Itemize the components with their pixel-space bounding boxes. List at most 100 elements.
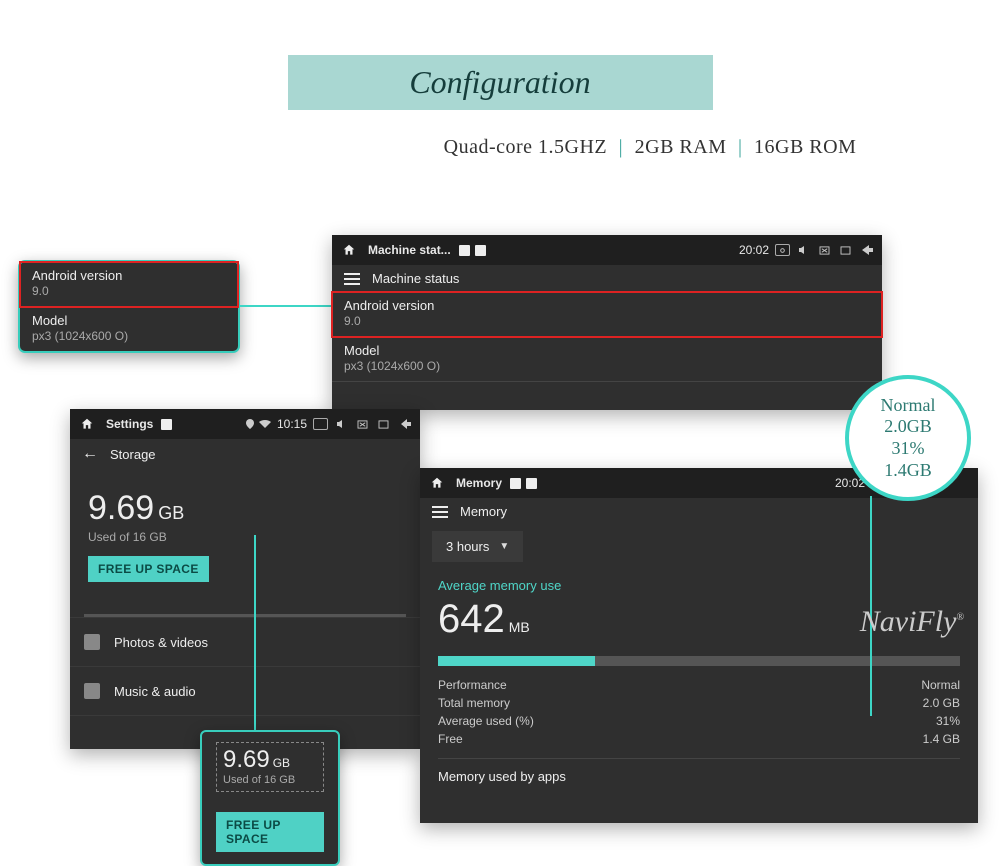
volume-icon[interactable] (796, 244, 811, 256)
stat-value: 1.4 GB (923, 732, 960, 746)
android-version-row[interactable]: Android version 9.0 (332, 292, 882, 337)
home-icon[interactable] (428, 476, 446, 490)
recents-icon[interactable] (376, 418, 391, 430)
location-icon (243, 418, 258, 430)
row-value: px3 (1024x600 O) (32, 329, 226, 343)
stat-label: Performance (438, 678, 507, 692)
volume-icon[interactable] (334, 418, 349, 430)
spec-rom: 16GB ROM (754, 136, 856, 158)
avg-value: 642 (438, 597, 505, 641)
hamburger-icon[interactable] (432, 506, 448, 518)
stat-value: 31% (936, 714, 960, 728)
divider: | (738, 136, 743, 158)
android-version-row: Android version 9.0 (20, 262, 238, 307)
storage-total: Used of 16 GB (88, 530, 402, 544)
back-arrow-icon[interactable]: ← (82, 445, 98, 463)
home-icon[interactable] (78, 417, 96, 431)
close-app-icon[interactable] (817, 244, 832, 256)
spec-cpu: Quad-core 1.5GHZ (444, 136, 608, 158)
sub-title: Storage (110, 447, 156, 462)
row-label: Android version (32, 268, 226, 283)
sub-bar: ← Storage (70, 439, 420, 469)
clock: 20:02 (739, 243, 769, 257)
divider: | (619, 136, 624, 158)
avg-label: Average memory use (438, 578, 960, 593)
free-up-space-button[interactable]: FREE UP SPACE (88, 556, 209, 582)
specs-line: Quad-core 1.5GHZ | 2GB RAM | 16GB ROM (0, 136, 1000, 159)
card-icons (459, 245, 486, 256)
memory-bar (438, 656, 960, 666)
title-bar: Configuration (288, 55, 713, 110)
sub-bar: Machine status (332, 265, 882, 292)
stat-value: Normal (921, 678, 960, 692)
row-value: 9.0 (32, 284, 226, 298)
music-section[interactable]: Music & audio (70, 666, 420, 716)
time-range-dropdown[interactable]: 3 hours ▼ (432, 531, 523, 562)
storage-panel: Settings 10:15 ← Storage 9.69GB Used of … (70, 409, 420, 749)
back-icon[interactable] (397, 418, 412, 430)
system-top-bar: Settings 10:15 (70, 409, 420, 439)
storage-unit: GB (273, 756, 290, 770)
photos-icon (84, 634, 100, 650)
connector-line (254, 535, 256, 730)
section-label: Photos & videos (114, 635, 208, 650)
back-icon[interactable] (859, 244, 874, 256)
machine-status-panel: Machine stat... 20:02 Machine status And… (332, 235, 882, 410)
hamburger-icon[interactable] (344, 273, 360, 285)
connector-line (240, 305, 332, 307)
row-label: Memory used by apps (438, 769, 566, 784)
circle-line: Normal (881, 395, 936, 417)
screenshot-icon[interactable] (313, 418, 328, 430)
model-row: Model px3 (1024x600 O) (20, 307, 238, 351)
page-title: Configuration (409, 64, 590, 101)
chevron-down-icon: ▼ (499, 541, 509, 552)
storage-unit: GB (158, 503, 184, 523)
storage-used-value: 9.69 (88, 489, 154, 527)
wifi-icon (258, 418, 273, 430)
recents-icon[interactable] (838, 244, 853, 256)
sub-title: Machine status (372, 271, 459, 286)
back-icon[interactable] (955, 477, 970, 489)
screenshot-icon[interactable] (775, 244, 790, 256)
row-value: px3 (1024x600 O) (344, 359, 870, 373)
stat-label: Free (438, 732, 463, 746)
memory-apps-row[interactable]: Memory used by apps (420, 759, 978, 784)
close-app-icon[interactable] (355, 418, 370, 430)
watermark: NaviFly® (860, 605, 964, 639)
memory-summary-circle: Normal 2.0GB 31% 1.4GB (845, 375, 971, 501)
storage-used-value: 9.69 (223, 746, 270, 773)
top-title: Memory (456, 476, 502, 490)
free-up-space-button[interactable]: FREE UP SPACE (216, 812, 324, 852)
stat-label: Average used (%) (438, 714, 534, 728)
circle-line: 2.0GB (884, 416, 932, 438)
memory-panel: Memory 20:02 Memory 3 hours ▼ Average me… (420, 468, 978, 823)
sub-bar: Memory (420, 498, 978, 525)
model-row[interactable]: Model px3 (1024x600 O) (332, 337, 882, 382)
top-title: Settings (106, 417, 153, 431)
storage-summary: 9.69GB Used of 16 GB FREE UP SPACE (70, 469, 420, 592)
memory-stats: Performance Normal Total memory 2.0 GB Ave… (420, 666, 978, 748)
row-value: 9.0 (344, 314, 870, 328)
photos-section[interactable]: Photos & videos (70, 617, 420, 666)
stat-label: Total memory (438, 696, 510, 710)
clock: 10:15 (277, 417, 307, 431)
version-callout: Android version 9.0 Model px3 (1024x600 … (18, 260, 240, 353)
stat-value: 2.0 GB (923, 696, 960, 710)
section-label: Music & audio (114, 684, 196, 699)
avg-unit: MB (509, 619, 530, 635)
home-icon[interactable] (340, 243, 358, 257)
row-label: Android version (344, 298, 870, 313)
music-icon (84, 683, 100, 699)
circle-line: 31% (892, 438, 925, 460)
sub-title: Memory (460, 504, 507, 519)
system-top-bar: Machine stat... 20:02 (332, 235, 882, 265)
spec-ram: 2GB RAM (635, 136, 727, 158)
row-label: Model (32, 313, 226, 328)
storage-callout: 9.69GB Used of 16 GB FREE UP SPACE (200, 730, 340, 866)
card-icons (161, 419, 172, 430)
top-title: Machine stat... (368, 243, 451, 257)
storage-total: Used of 16 GB (223, 774, 317, 786)
row-label: Model (344, 343, 870, 358)
circle-line: 1.4GB (884, 460, 932, 482)
card-icons (510, 478, 537, 489)
